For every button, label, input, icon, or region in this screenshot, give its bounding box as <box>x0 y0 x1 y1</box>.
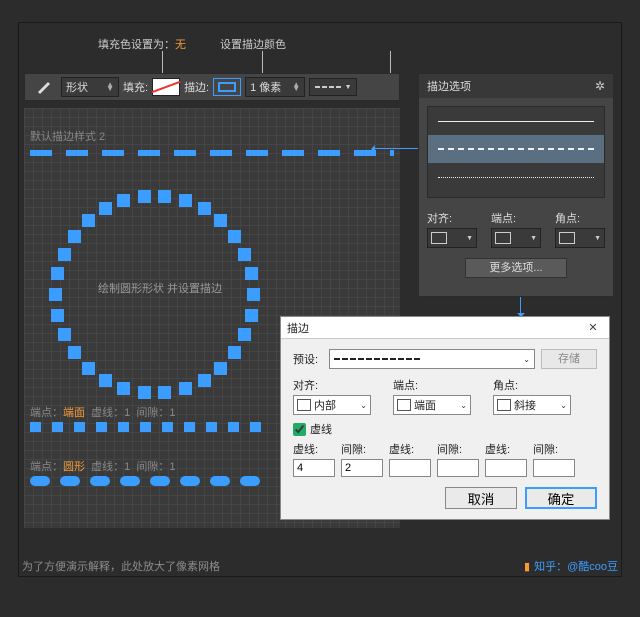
dlg-cap-label: 端点: <box>393 377 471 393</box>
ok-button[interactable]: 确定 <box>525 487 597 509</box>
annotation-fill: 填充色设置为：无 <box>98 36 186 52</box>
corner-label: 角点: <box>555 210 605 226</box>
panel-title: 描边选项 <box>427 78 471 94</box>
row2-label: 端点：圆形 虚线：1 间隙：1 <box>30 458 176 474</box>
options-toolbar: 形状 ▲▼ 填充: 描边: 1 像素 ▲▼ ▼ <box>24 73 400 101</box>
dash-inputs-row: 虚线: 间隙: 虚线: 间隙: 虚线: 间隙: <box>293 441 597 477</box>
pen-tool-icon[interactable] <box>29 77 57 97</box>
preset-dropdown[interactable]: ⌄ <box>329 349 535 369</box>
footer-credit: ▮知乎：@酷coo豆 <box>524 558 618 574</box>
dlg-align-label: 对齐: <box>293 377 371 393</box>
guide-line <box>162 51 163 74</box>
stroke-style-dropdown[interactable]: ▼ <box>309 78 357 96</box>
align-label: 对齐: <box>427 210 477 226</box>
dlg-cap-select[interactable]: 端面⌄ <box>393 395 471 415</box>
dialog-titlebar: 描边 ✕ <box>281 317 609 339</box>
guide-line <box>390 51 391 74</box>
fill-label: 填充: <box>123 79 148 95</box>
preset-label: 预设: <box>293 351 323 367</box>
gear-icon[interactable]: ✲ <box>595 79 605 93</box>
cap-dropdown[interactable]: ▼ <box>491 228 541 248</box>
dash2-input[interactable] <box>389 459 431 477</box>
dropdown-arrows-icon: ▲▼ <box>106 83 114 91</box>
dash1-input[interactable] <box>293 459 335 477</box>
shape-mode-label: 形状 <box>66 79 88 95</box>
dash-checkbox-input[interactable] <box>293 423 306 436</box>
cap-label: 端点: <box>491 210 541 226</box>
leader-arrow <box>520 297 521 315</box>
row1-label: 端点：端面 虚线：1 间隙：1 <box>30 404 176 420</box>
annotation-stroke-color: 设置描边颜色 <box>220 36 286 52</box>
footer-note: 为了方便演示解释，此处放大了像素网格 <box>22 558 220 574</box>
round-cap-sample <box>30 476 262 486</box>
align-dropdown[interactable]: ▼ <box>427 228 477 248</box>
gap1-input[interactable] <box>341 459 383 477</box>
stroke-width-field[interactable]: 1 像素 ▲▼ <box>245 77 305 97</box>
chevron-down-icon: ▼ <box>345 84 352 91</box>
style-dashed[interactable] <box>428 135 604 163</box>
panel-options-row: 对齐: ▼ 端点: ▼ 角点: ▼ <box>419 206 613 252</box>
close-icon[interactable]: ✕ <box>583 321 603 334</box>
gap2-input[interactable] <box>437 459 479 477</box>
dashed-line-sample <box>30 150 394 156</box>
style-solid[interactable] <box>428 107 604 135</box>
guide-line <box>262 51 263 74</box>
stepper-arrows-icon: ▲▼ <box>292 83 300 91</box>
dlg-corner-select[interactable]: 斜接⌄ <box>493 395 571 415</box>
shape-mode-dropdown[interactable]: 形状 ▲▼ <box>61 77 119 97</box>
cancel-button[interactable]: 取消 <box>445 487 517 509</box>
fill-swatch-none[interactable] <box>152 78 180 96</box>
stroke-style-list[interactable] <box>427 106 605 198</box>
circle-hint-label: 绘制圆形形状 并设置描边 <box>80 280 240 296</box>
chevron-down-icon: ⌄ <box>523 355 530 364</box>
more-options-button[interactable]: 更多选项... <box>465 258 567 278</box>
square-cap-sample <box>30 422 262 432</box>
stroke-options-panel: 描边选项 ✲ 对齐: ▼ 端点: ▼ 角点: ▼ 更多选项... <box>418 73 614 297</box>
dash3-input[interactable] <box>485 459 527 477</box>
corner-dropdown[interactable]: ▼ <box>555 228 605 248</box>
panel-header: 描边选项 ✲ <box>419 74 613 98</box>
gap3-input[interactable] <box>533 459 575 477</box>
stroke-dialog: 描边 ✕ 预设: ⌄ 存储 对齐: 内部⌄ 端点: 端面⌄ 角点: 斜接⌄ <box>280 316 610 520</box>
dlg-align-select[interactable]: 内部⌄ <box>293 395 371 415</box>
stroke-label: 描边: <box>184 79 209 95</box>
dlg-corner-label: 角点: <box>493 377 571 393</box>
dialog-title: 描边 <box>287 320 309 336</box>
dash-checkbox[interactable]: 虚线 <box>293 421 597 437</box>
style-dotted[interactable] <box>428 163 604 191</box>
stroke-color-swatch[interactable] <box>213 78 241 96</box>
default-style-label: 默认描边样式 2 <box>30 128 105 144</box>
save-preset-button[interactable]: 存储 <box>541 349 597 369</box>
